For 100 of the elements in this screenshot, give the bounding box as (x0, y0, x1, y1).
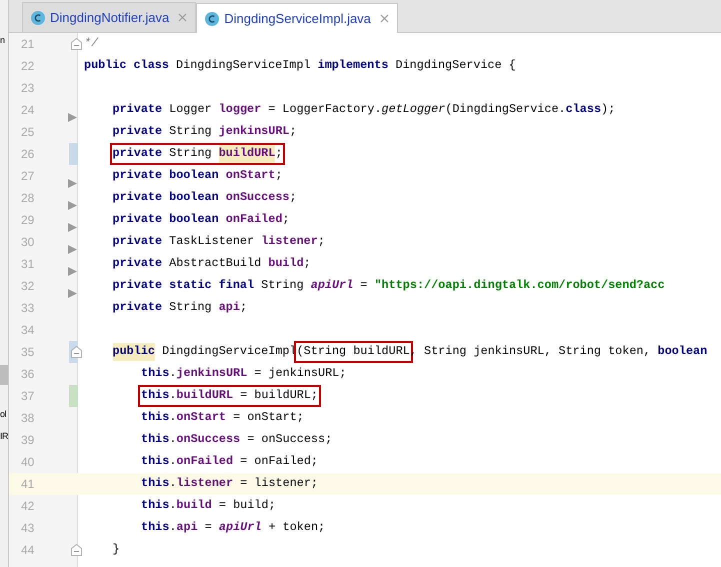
class-icon (31, 10, 45, 24)
code-token: . (169, 409, 176, 426)
code-token: build (176, 497, 212, 514)
line-number: 39 (21, 432, 34, 449)
triangle-icon[interactable] (68, 289, 77, 298)
triangle-icon[interactable] (68, 113, 77, 122)
triangle-icon[interactable] (68, 267, 77, 276)
code-token: . (169, 431, 176, 448)
code-token: */ (84, 35, 98, 52)
close-icon[interactable] (380, 14, 389, 23)
code-token: private boolean (112, 167, 220, 184)
code-token: this (141, 387, 170, 404)
code-token: private (112, 255, 162, 272)
code-token: = listener; (239, 475, 318, 492)
code-token: TaskListener (168, 233, 256, 250)
code-token: listener (261, 233, 318, 250)
code-token: ; (290, 189, 297, 206)
code-token: (DingdingService. (445, 101, 566, 118)
code-token: ; (275, 167, 282, 184)
code-token: . (169, 475, 176, 492)
code-token: , String jenkinsURL, String token, (410, 343, 652, 360)
code-token: class (566, 101, 602, 118)
code-token: = LoggerFactory. (267, 101, 382, 118)
code-token: private static final (112, 277, 254, 294)
code-token: String (168, 299, 213, 316)
fold-icon[interactable] (71, 38, 82, 50)
fold-icon[interactable] (71, 544, 82, 556)
code-token: DingdingServiceImpl (175, 57, 312, 74)
line-number: 35 (21, 344, 34, 361)
code-token: onStart (176, 409, 226, 426)
code-token: listener (176, 475, 234, 492)
line-number: 29 (21, 212, 34, 229)
code-token: jenkinsURL (218, 123, 290, 140)
code-token: + token; (267, 519, 326, 536)
code-token: public (112, 343, 155, 361)
code-token: onStart (226, 167, 276, 184)
line-number: 26 (21, 146, 34, 163)
line-number: 25 (21, 124, 34, 141)
file-tab[interactable]: DingdingServiceImpl.java (196, 3, 398, 33)
panel-text: ol (0, 408, 6, 420)
code-token: = (359, 277, 368, 294)
code-token: ; (318, 233, 325, 250)
code-token: String (168, 145, 213, 162)
code-token: apiUrl (310, 277, 354, 294)
line-number: 36 (21, 366, 34, 383)
triangle-icon[interactable] (68, 245, 77, 254)
code-token: buildURL (218, 145, 276, 163)
code-token: this (141, 497, 170, 514)
code-token: } (112, 541, 120, 558)
close-icon[interactable] (178, 13, 188, 22)
code-token: "https://oapi.dingtalk.com/robot/send?acc (374, 277, 665, 294)
code-token: this (141, 519, 170, 536)
code-token: . (169, 365, 176, 382)
line-number: 33 (21, 300, 34, 317)
panel-text: n (0, 34, 5, 46)
file-tab[interactable]: DingdingNotifier.java (22, 2, 196, 32)
code-token: this (141, 453, 170, 470)
triangle-icon[interactable] (68, 179, 77, 188)
code-token: boolean (658, 343, 708, 360)
line-number: 21 (21, 36, 34, 53)
code-token: ; (275, 145, 282, 162)
code-token: String (260, 277, 305, 294)
code-token: apiUrl (218, 519, 262, 536)
line-number: 34 (21, 322, 34, 339)
code-token: onSuccess (176, 431, 240, 448)
code-token: String (168, 123, 213, 140)
line-number: 30 (21, 234, 34, 251)
code-token: build (268, 255, 304, 272)
code-token: ; (282, 211, 290, 228)
fold-icon[interactable] (71, 346, 82, 358)
code-token: private (112, 145, 162, 162)
panel-text: IR (0, 430, 8, 442)
line-number: 43 (21, 520, 34, 537)
code-token: . (169, 497, 176, 514)
code-token: = onStart; (232, 409, 304, 426)
line-number: 37 (21, 388, 34, 405)
code-token: ; (290, 123, 297, 140)
line-number: 40 (21, 454, 34, 471)
code-token: . (169, 519, 176, 536)
code-token: = build; (218, 497, 276, 514)
code-token: onFailed (226, 211, 282, 228)
code-token: api (218, 299, 240, 316)
code-token: this (141, 365, 170, 382)
triangle-icon[interactable] (68, 223, 77, 232)
triangle-icon[interactable] (68, 201, 77, 210)
code-token: private (112, 299, 162, 316)
line-number: 38 (21, 410, 34, 427)
code-token: implements (318, 57, 388, 74)
code-token: ; (240, 299, 248, 316)
code-token: . (169, 453, 176, 470)
code-token: ); (601, 101, 616, 118)
code-token: (String buildURL (296, 343, 410, 360)
code-token: public class (84, 57, 169, 74)
code-token: DingdingServiceImpl (161, 343, 297, 360)
code-token: = buildURL; (239, 387, 318, 404)
line-number: 32 (21, 278, 34, 295)
code-token: . (169, 387, 176, 404)
line-number: 22 (21, 58, 34, 75)
code-token: ; (304, 255, 311, 272)
code-token: logger (218, 101, 262, 118)
